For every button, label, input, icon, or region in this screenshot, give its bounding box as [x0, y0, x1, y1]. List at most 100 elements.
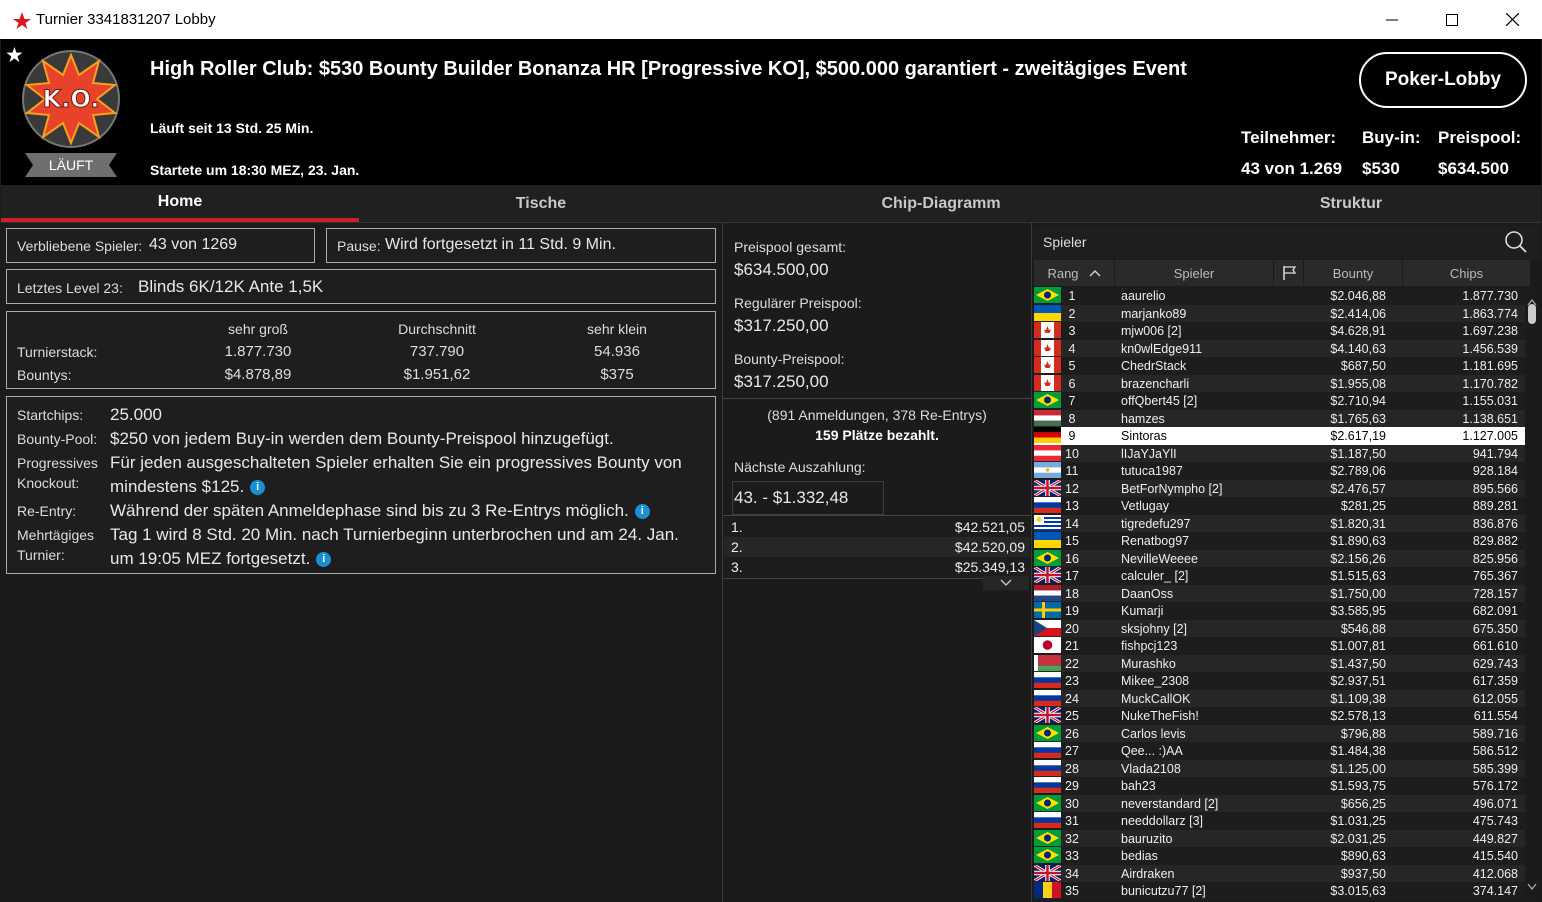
player-rank: 17	[1065, 569, 1079, 583]
maximize-button[interactable]	[1429, 0, 1475, 39]
player-row[interactable]: 1 aaurelio $2.046,88 1.877.730	[1034, 287, 1530, 305]
player-row[interactable]: 21 fishpcj123 $1.007,81 661.610	[1034, 637, 1530, 655]
player-row[interactable]: 5 ChedrStack $687,50 1.181.695	[1034, 357, 1530, 375]
column-chips[interactable]: Chips	[1403, 260, 1531, 286]
close-button[interactable]	[1489, 0, 1535, 39]
minimize-icon	[1386, 19, 1398, 20]
pokerstars-logo-icon	[13, 12, 31, 29]
tab-tables[interactable]: Tische	[361, 185, 721, 222]
player-name: Carlos levis	[1121, 726, 1186, 741]
player-row[interactable]: 18 DaanOss $1.750,00 728.157	[1034, 584, 1530, 602]
player-row[interactable]: 8 hamzes $1.765,63 1.138.651	[1034, 409, 1530, 427]
player-row[interactable]: 25 NukeTheFish! $2.578,13 611.554	[1033, 705, 1530, 725]
player-row[interactable]: 19 Kumarji $3.585,95 682.091	[1034, 602, 1530, 620]
player-list-scrollbar[interactable]	[1525, 298, 1539, 898]
close-icon	[1505, 13, 1519, 26]
stack-stats-box: sehr groß Durchschnitt sehr klein Turnie…	[6, 311, 716, 389]
search-icon[interactable]	[1504, 230, 1528, 254]
player-row[interactable]: 13 Vetlugay $281,25 889.281	[1034, 497, 1530, 515]
player-row[interactable]: 31 needdollarz [3] $1.031,25 475.743	[1034, 812, 1530, 830]
player-name: Renatbog97	[1121, 534, 1190, 548]
scroll-down-icon[interactable]	[1527, 883, 1537, 891]
pko-info-icon[interactable]: i	[250, 480, 266, 496]
player-chips: 1.170.782	[1462, 376, 1518, 391]
player-row[interactable]: 34 Airdraken $937,50 412.068	[1033, 863, 1530, 882]
player-row[interactable]: 33 bedias $890,63 415.540	[1034, 847, 1530, 865]
tab-chip-chart[interactable]: Chip-Diagramm	[721, 185, 1161, 222]
player-rank: 2	[1068, 306, 1076, 321]
payout-expand-button[interactable]	[983, 576, 1029, 590]
player-row[interactable]: 35 bunicutzu77 [2] $3.015,63 374.147	[1034, 882, 1530, 900]
player-row[interactable]: 32 bauruzito $2.031,25 449.827	[1034, 829, 1530, 847]
column-player[interactable]: Spieler	[1115, 260, 1274, 286]
player-name: Kumarji	[1121, 604, 1164, 618]
player-row[interactable]: 2 marjanko89 $2.414,06 1.863.774	[1034, 304, 1530, 322]
reentry-value: Während der späten Anmeldephase sind bis…	[110, 501, 650, 521]
player-name: fishpcj123	[1121, 639, 1178, 653]
player-rank: 13	[1065, 499, 1079, 513]
prizepool-panel: Preispool gesamt: $634.500,00 Regulärer …	[722, 223, 1032, 902]
player-row[interactable]: 22 Murashko $1.437,50 629.743	[1034, 654, 1530, 672]
player-chips: 415.540	[1472, 849, 1518, 863]
player-name: lIJaYJaYlI	[1121, 446, 1177, 461]
reentry-info-icon[interactable]: i	[634, 504, 650, 520]
tab-bar: Home Tische Chip-Diagramm Struktur	[1, 185, 1541, 223]
player-rank: 35	[1065, 884, 1079, 898]
player-row[interactable]: 24 MuckCallOK $1.109,38 612.055	[1034, 689, 1530, 707]
player-row[interactable]: 3 mjw006 [2] $4.628,91 1.697.238	[1034, 322, 1530, 340]
player-row[interactable]: 10 lIJaYJaYlI $1.187,50 941.794	[1034, 444, 1530, 462]
stack-header-largest: sehr groß	[228, 321, 288, 337]
minimize-button[interactable]	[1369, 0, 1415, 39]
player-search-box[interactable]: Spieler	[1033, 226, 1541, 259]
player-name: bauruzito	[1121, 831, 1173, 846]
player-bounty: $890,63	[1340, 849, 1386, 863]
player-row[interactable]: 14 tigredefu297 $1.820,31 836.876	[1034, 514, 1530, 532]
player-row[interactable]: 15 Renatbog97 $1.890,63 829.882	[1034, 532, 1530, 550]
payout-place: 3.	[731, 559, 743, 575]
player-bounty: $2.046,88	[1330, 289, 1386, 303]
player-row[interactable]: 27 Qee... :)AA $1.484,38 586.512	[1034, 742, 1530, 760]
player-row[interactable]: 4 kn0wlEdge911 $4.140,63 1.456.539	[1034, 339, 1530, 357]
player-name: tigredefu297	[1121, 516, 1191, 531]
player-row[interactable]: 16 NevilleWeeee $2.156,26 825.956	[1034, 549, 1530, 567]
player-row[interactable]: 29 bah23 $1.593,75 576.172	[1034, 777, 1530, 795]
scrollbar-thumb[interactable]	[1528, 304, 1536, 324]
player-row[interactable]: 6 brazencharli $1.955,08 1.170.782	[1034, 374, 1530, 392]
player-row[interactable]: 20 sksjohny [2] $546,88 675.350	[1034, 619, 1530, 637]
column-country[interactable]	[1274, 260, 1304, 286]
tab-home[interactable]: Home	[1, 185, 359, 222]
bountypool-value: $250 von jedem Buy-in werden dem Bounty-…	[110, 429, 614, 448]
bounty-average-value: $1.951,62	[403, 366, 471, 383]
player-row[interactable]: 11 tutuca1987 $2.789,06 928.184	[1034, 462, 1530, 480]
column-rank[interactable]: Rang	[1034, 260, 1115, 286]
multiday-info-icon[interactable]: i	[316, 552, 332, 568]
chevron-down-icon	[1000, 579, 1012, 586]
player-row[interactable]: 26 Carlos levis $796,88 589.716	[1034, 724, 1530, 742]
player-name: tutuca1987	[1121, 464, 1183, 478]
players-panel: Spieler Rang Spieler Bounty Chips 1 aaure…	[1033, 223, 1542, 902]
player-row[interactable]: 12 BetForNympho [2] $2.476,57 895.566	[1033, 478, 1530, 497]
player-rank: 10	[1065, 446, 1079, 461]
player-bounty: $1.515,63	[1330, 569, 1386, 583]
column-bounty[interactable]: Bounty	[1304, 260, 1403, 286]
player-rank: 5	[1068, 359, 1076, 373]
player-row[interactable]: 23 Mikee_2308 $2.937,51 617.359	[1034, 672, 1530, 690]
reentry-value-text: Während der späten Anmeldephase sind bis…	[110, 501, 629, 520]
player-bounty: $2.414,06	[1330, 306, 1386, 321]
column-rank-label: Rang	[1047, 265, 1079, 281]
player-chips: 895.566	[1472, 481, 1518, 496]
player-row[interactable]: 9 Sintoras $2.617,19 1.127.005	[1034, 427, 1530, 445]
player-chips: 1.127.005	[1462, 429, 1518, 443]
player-row[interactable]: 28 Vlada2108 $1.125,00 585.399	[1034, 759, 1530, 777]
player-row[interactable]: 30 neverstandard [2] $656,25 496.071	[1034, 794, 1530, 812]
player-rank: 12	[1065, 481, 1079, 496]
prizepool-label: Preispool:	[1438, 128, 1522, 147]
player-rank: 25	[1065, 709, 1079, 723]
player-row[interactable]: 17 calculer_ [2] $1.515,63 765.367	[1033, 565, 1530, 585]
player-row[interactable]: 7 offQbert45 [2] $2.710,94 1.155.031	[1034, 392, 1530, 410]
running-time: Läuft seit 13 Std. 25 Min.	[150, 120, 314, 136]
pko-value-text: mindestens $125.	[110, 477, 245, 496]
player-bounty: $1.109,38	[1330, 691, 1386, 706]
poker-lobby-button[interactable]: Poker-Lobby	[1359, 52, 1527, 108]
tab-structure[interactable]: Struktur	[1161, 185, 1541, 222]
